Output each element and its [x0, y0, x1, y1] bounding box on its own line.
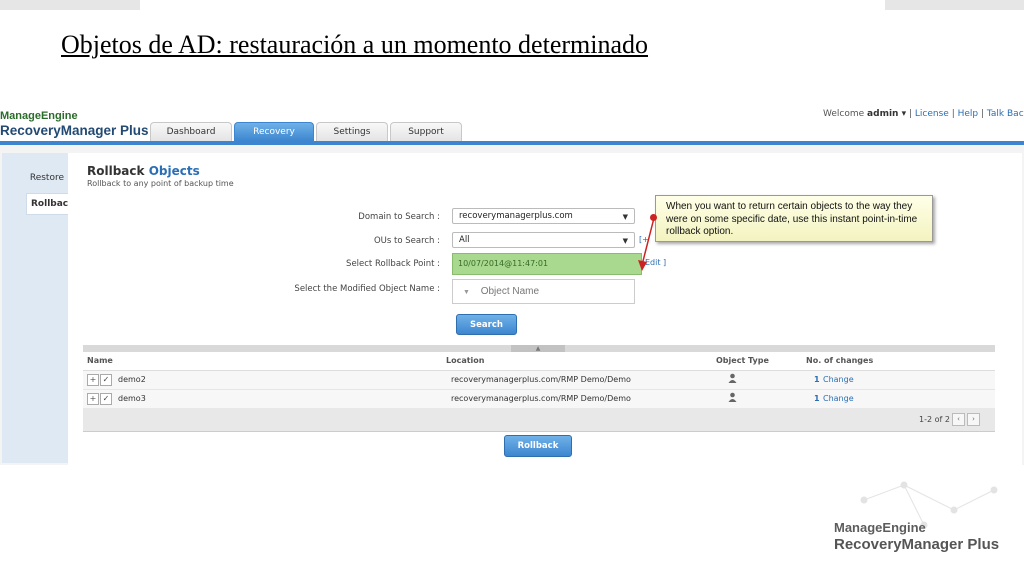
talkback-link[interactable]: Talk Back	[987, 109, 1024, 119]
row-change-count: 1	[814, 375, 820, 384]
app-logo: ManageEngine RecoveryManager Plus	[0, 110, 149, 138]
next-page-icon[interactable]: ›	[967, 413, 980, 426]
column-header-name[interactable]: Name	[87, 356, 113, 365]
tooltip-callout: When you want to return certain objects …	[655, 195, 933, 242]
grid-footer: 1-2 of 2 ‹ ›	[83, 408, 995, 432]
brand-manageengine: ManageEngine	[834, 520, 926, 535]
domain-label: Domain to Search :	[358, 212, 440, 222]
decorative-stripe	[0, 0, 140, 10]
decorative-stripe	[885, 0, 1024, 10]
ous-select[interactable]: All ▼	[452, 232, 635, 248]
search-button[interactable]: Search	[456, 314, 517, 335]
logo-manageengine: ManageEngine	[0, 110, 78, 122]
page-subtitle: Rollback to any point of backup time	[87, 179, 234, 188]
pager-text: 1-2 of 2	[919, 415, 950, 424]
main-tabs: Dashboard Recovery Settings Support	[150, 122, 462, 141]
callout-dot	[650, 214, 657, 221]
tab-support[interactable]: Support	[390, 122, 462, 141]
row-name: demo3	[118, 394, 146, 403]
column-header-location[interactable]: Location	[446, 356, 485, 365]
sidebar-item-rollback[interactable]: Rollback	[26, 193, 74, 215]
table-row[interactable]: + ✓ demo3 recoverymanagerplus.com/RMP De…	[83, 390, 995, 409]
help-link[interactable]: Help	[958, 109, 979, 119]
license-link[interactable]: License	[915, 109, 949, 119]
grid-header: Name Location Object Type No. of changes	[83, 352, 995, 371]
row-checkbox[interactable]: ✓	[100, 374, 112, 386]
tab-settings[interactable]: Settings	[316, 122, 388, 141]
row-location: recoverymanagerplus.com/RMP Demo/Demo	[451, 394, 631, 403]
row-change-count: 1	[814, 394, 820, 403]
slide-title: Objetos de AD: restauración a un momento…	[61, 30, 649, 59]
domain-select[interactable]: recoverymanagerplus.com ▼	[452, 208, 635, 224]
page-title: Rollback Objects	[87, 164, 200, 178]
welcome-bar: Welcome admin ▾ | License | Help | Talk …	[823, 109, 1024, 119]
collapse-handle[interactable]: ▲	[511, 345, 565, 352]
dropdown-icon: ▼	[463, 289, 470, 296]
sidebar-item-restore[interactable]: Restore	[30, 173, 64, 183]
expand-icon[interactable]: +	[87, 393, 99, 405]
rollback-point-label: Select Rollback Point :	[346, 259, 440, 269]
row-change-link[interactable]: Change	[823, 394, 854, 403]
expand-icon[interactable]: +	[87, 374, 99, 386]
row-location: recoverymanagerplus.com/RMP Demo/Demo	[451, 375, 631, 384]
table-row[interactable]: + ✓ demo2 recoverymanagerplus.com/RMP De…	[83, 371, 995, 390]
logo-product: RecoveryManager Plus	[0, 123, 149, 138]
ous-label: OUs to Search :	[373, 236, 440, 246]
grid-toolbar: ▲	[83, 345, 995, 352]
row-name: demo2	[118, 375, 146, 384]
user-icon	[728, 373, 737, 385]
user-icon	[728, 392, 737, 404]
rollback-button[interactable]: Rollback	[504, 435, 572, 457]
column-header-object-type[interactable]: Object Type	[716, 356, 769, 365]
rollback-point-field[interactable]: 10/07/2014@11:47:01	[452, 253, 642, 275]
row-checkbox[interactable]: ✓	[100, 393, 112, 405]
sidebar: Restore Rollback	[2, 153, 74, 463]
welcome-text: Welcome	[823, 109, 865, 119]
brand-logo: ManageEngine RecoveryManager Plus	[834, 520, 999, 553]
object-name-input[interactable]: ▼ Object Name	[452, 279, 635, 304]
object-name-label: Select the Modified Object Name :	[294, 284, 440, 294]
tab-dashboard[interactable]: Dashboard	[150, 122, 232, 141]
prev-page-icon[interactable]: ‹	[952, 413, 965, 426]
brand-product: RecoveryManager Plus	[834, 536, 1000, 553]
user-menu[interactable]: admin ▾	[867, 109, 906, 119]
tab-recovery[interactable]: Recovery	[234, 122, 314, 141]
column-header-changes[interactable]: No. of changes	[806, 356, 873, 365]
row-change-link[interactable]: Change	[823, 375, 854, 384]
